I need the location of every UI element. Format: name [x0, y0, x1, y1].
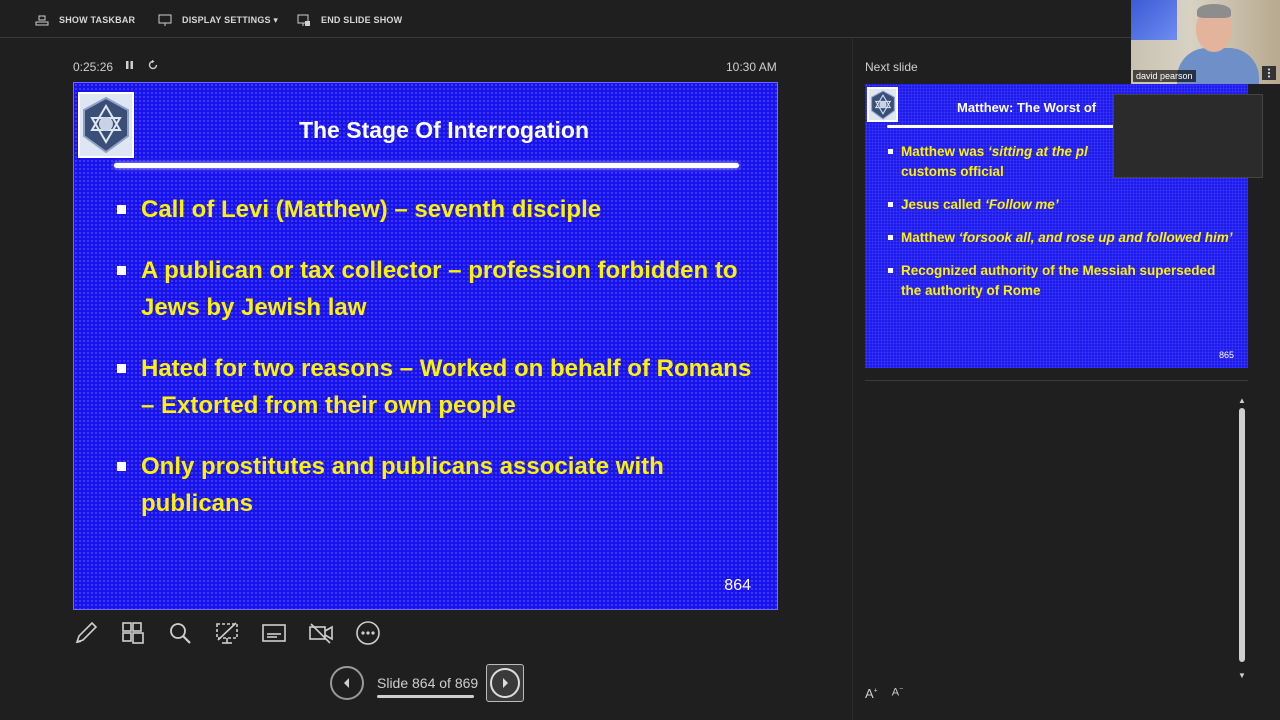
next-bullet-text: customs official: [901, 164, 1004, 179]
end-slide-show-label: END SLIDE SHOW: [321, 15, 403, 25]
chevron-left-icon: [344, 678, 349, 688]
display-settings-icon: [158, 14, 172, 26]
notes-separator: [865, 380, 1248, 381]
more-options-button[interactable]: [355, 618, 381, 648]
current-slide[interactable]: The Stage Of Interrogation Call of Levi …: [73, 82, 778, 610]
next-slide-logo: [867, 87, 898, 122]
screen-slash-icon: [216, 622, 238, 644]
next-bullet-quote: ‘forsook all, and rose up and followed h…: [958, 230, 1233, 245]
title-divider: [114, 163, 739, 168]
lion-emblem-icon: [83, 96, 129, 154]
pen-tool-button[interactable]: [73, 618, 99, 648]
next-bullet-text: Matthew was: [901, 144, 989, 159]
subtitles-icon: [262, 624, 286, 642]
show-taskbar-button[interactable]: SHOW TASKBAR: [35, 12, 135, 28]
restart-icon: [148, 59, 158, 70]
taskbar-icon: [35, 15, 49, 26]
chevron-right-icon: [503, 678, 508, 688]
next-button-ring: [490, 668, 520, 698]
next-bullet-text: Matthew: [901, 230, 959, 245]
next-slide-number: 865: [1218, 350, 1234, 360]
increase-font-label: A: [865, 686, 874, 701]
slide-bullet-list: Call of Levi (Matthew) – seventh discipl…: [114, 191, 754, 546]
pause-timer-button[interactable]: [125, 59, 135, 74]
increase-font-button[interactable]: A+: [865, 686, 878, 701]
presenter-tools: [73, 618, 381, 648]
slide-counter-underline: [377, 695, 474, 698]
participant-name: david pearson: [1133, 70, 1196, 82]
slide-number: 864: [724, 577, 751, 594]
restart-timer-button[interactable]: [147, 59, 159, 74]
overlay-panel: [1113, 94, 1263, 178]
next-bullet: Jesus called ‘Follow me’: [887, 195, 1237, 215]
next-slide-label: Next slide: [865, 60, 918, 74]
next-bullet-quote: ‘Follow me’: [985, 197, 1059, 212]
more-icon: [356, 621, 380, 645]
subtitles-button[interactable]: [261, 618, 287, 648]
webcam-background-screen: [1131, 0, 1177, 40]
lion-logo: [78, 92, 134, 158]
black-screen-button[interactable]: [214, 618, 240, 648]
previous-slide-button[interactable]: [330, 666, 364, 700]
end-show-icon: [297, 14, 310, 26]
zoom-button[interactable]: [167, 618, 193, 648]
lion-emblem-icon: [870, 89, 895, 120]
camera-off-icon: [309, 623, 333, 644]
scroll-down-arrow[interactable]: ▼: [1237, 671, 1247, 680]
panel-divider: [852, 38, 853, 720]
next-bullet: Matthew ‘forsook all, and rose up and fo…: [887, 228, 1237, 248]
camera-toggle-button[interactable]: [308, 618, 334, 648]
end-slide-show-button[interactable]: END SLIDE SHOW: [297, 12, 402, 28]
magnifier-icon: [170, 623, 191, 644]
scroll-up-arrow[interactable]: ▲: [1237, 396, 1247, 405]
display-settings-label: DISPLAY SETTINGS ▾: [182, 14, 279, 25]
next-bullet-text: Jesus called: [901, 197, 986, 212]
webcam-options-button[interactable]: [1262, 66, 1276, 80]
decrease-font-button[interactable]: A−: [892, 686, 903, 701]
scroll-thumb[interactable]: [1239, 408, 1245, 662]
webcam-person-hair: [1197, 4, 1231, 18]
pen-icon: [75, 621, 98, 644]
slide-bullet: Hated for two reasons – Worked on behalf…: [114, 350, 754, 424]
pause-icon: [126, 61, 133, 69]
next-slide-title: Matthew: The Worst of: [957, 100, 1097, 115]
slide-bullet: Call of Levi (Matthew) – seventh discipl…: [114, 191, 754, 228]
next-bullet-quote: ‘sitting at the pl: [988, 144, 1088, 159]
more-vertical-icon: [1267, 68, 1271, 78]
slides-grid-icon: [122, 622, 144, 644]
current-time: 10:30 AM: [726, 60, 777, 74]
next-bullet: Recognized authority of the Messiah supe…: [887, 261, 1237, 301]
show-taskbar-label: SHOW TASKBAR: [59, 15, 136, 25]
elapsed-timer: 0:25:26: [73, 60, 114, 74]
next-slide-button[interactable]: [486, 664, 524, 702]
notes-scrollbar[interactable]: ▲ ▼: [1237, 396, 1247, 680]
slide-bullet: Only prostitutes and publicans associate…: [114, 448, 754, 522]
webcam-feed: david pearson: [1131, 0, 1280, 84]
slide-title: The Stage Of Interrogation: [298, 117, 590, 143]
decrease-font-label: A: [891, 686, 900, 699]
slide-counter[interactable]: Slide 864 of 869: [377, 675, 478, 691]
presenter-toolbar: SHOW TASKBAR DISPLAY SETTINGS ▾ END SLID…: [0, 0, 1280, 38]
slide-bullet: A publican or tax collector – profession…: [114, 252, 754, 326]
notes-font-controls: A+ A−: [865, 686, 903, 701]
see-all-slides-button[interactable]: [120, 618, 146, 648]
display-settings-button[interactable]: DISPLAY SETTINGS ▾: [158, 12, 278, 28]
